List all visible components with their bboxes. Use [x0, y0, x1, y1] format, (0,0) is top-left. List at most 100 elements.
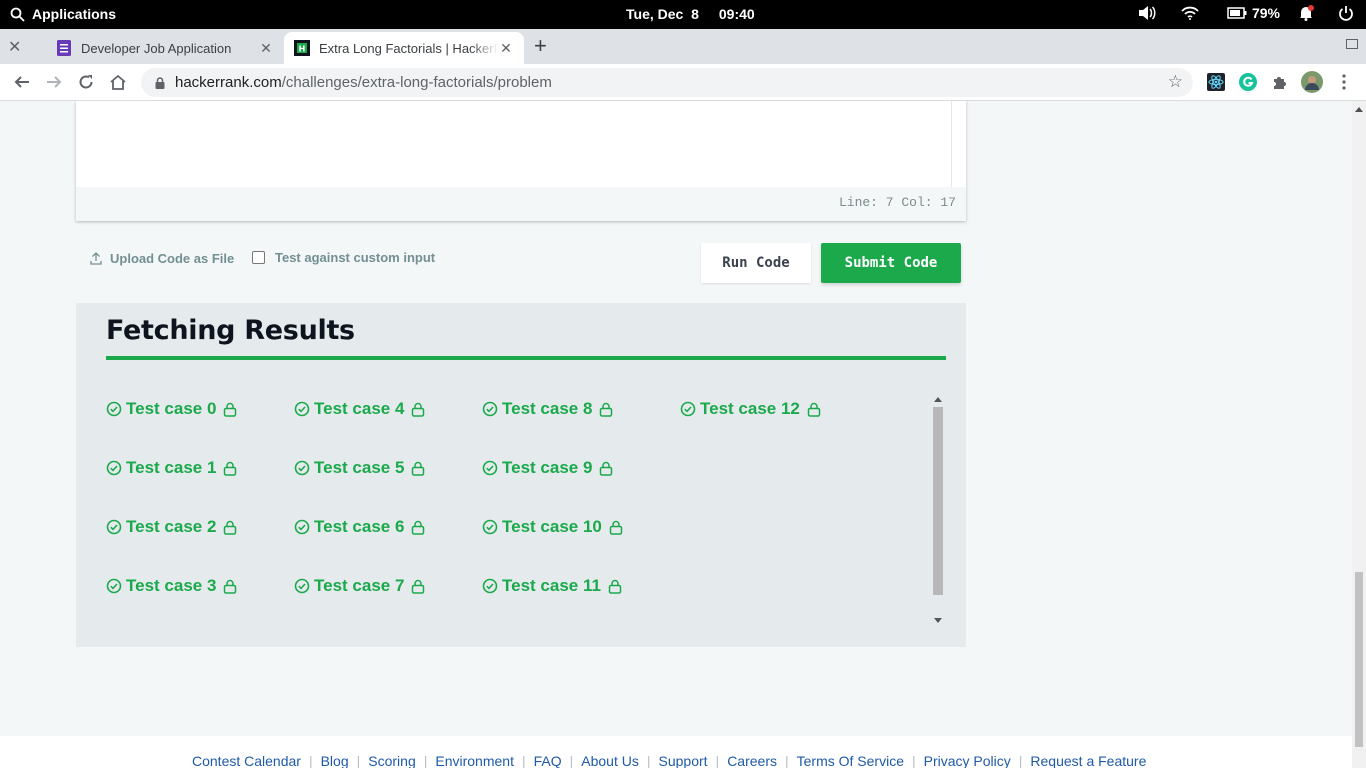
- battery-percent: 79%: [1251, 5, 1280, 21]
- footer-links: Contest Calendar | Blog | Scoring | Environmen…: [192, 753, 1146, 768]
- upload-label: Upload Code as File: [110, 251, 235, 266]
- volume-icon[interactable]: [1137, 5, 1157, 21]
- test-case-item[interactable]: Test case 2: [106, 517, 237, 537]
- forms-icon: [57, 40, 71, 56]
- submit-code-button[interactable]: Submit Code: [821, 243, 961, 283]
- scroll-up-arrow-icon[interactable]: [1355, 107, 1363, 112]
- system-tray[interactable]: 79%: [1115, 5, 1354, 21]
- footer-link[interactable]: Contest Calendar: [192, 753, 301, 768]
- tab-extra-long-factorials[interactable]: H Extra Long Factorials | HackerRank ✕: [284, 32, 524, 64]
- address-bar[interactable]: hackerrank.com/challenges/extra-long-fac…: [141, 68, 1193, 97]
- test-case-item[interactable]: Test case 1: [106, 458, 237, 478]
- search-icon: [10, 7, 25, 22]
- lock-icon: [608, 579, 622, 594]
- date-label: Tue, Dec 8: [626, 6, 699, 22]
- code-editor[interactable]: Line: 7 Col: 17: [76, 101, 966, 221]
- test-case-item[interactable]: Test case 7: [294, 576, 425, 596]
- test-case-item[interactable]: Test case 8: [482, 399, 613, 419]
- bookmark-star-icon[interactable]: ☆: [1168, 72, 1183, 92]
- profile-avatar-icon[interactable]: [1301, 71, 1323, 93]
- footer-link[interactable]: Environment: [435, 753, 514, 768]
- test-case-label: Test case 9: [502, 458, 593, 477]
- footer-link[interactable]: Terms Of Service: [797, 753, 904, 768]
- extensions-puzzle-icon[interactable]: [1271, 73, 1289, 91]
- lock-icon: [412, 461, 425, 476]
- forward-icon[interactable]: [42, 70, 66, 94]
- footer-link[interactable]: Request a Feature: [1030, 753, 1146, 768]
- results-scrollbar[interactable]: [932, 393, 944, 625]
- test-case-label: Test case 4: [314, 399, 405, 418]
- footer-separator: |: [423, 753, 428, 768]
- page-content: Line: 7 Col: 17 Upload Code as File Test…: [0, 101, 1352, 768]
- scroll-thumb[interactable]: [933, 407, 943, 595]
- footer-separator: |: [1018, 753, 1023, 768]
- react-devtools-icon[interactable]: [1207, 73, 1225, 91]
- check-circle-icon: [106, 519, 122, 535]
- check-circle-icon: [680, 401, 696, 417]
- test-case-item[interactable]: Test case 9: [482, 458, 613, 478]
- results-divider: [106, 356, 946, 360]
- custom-input-toggle[interactable]: Test against custom input: [252, 250, 435, 265]
- tab-developer-job-application[interactable]: Developer Job Application ✕: [46, 32, 284, 64]
- reload-icon[interactable]: [74, 70, 98, 94]
- power-icon[interactable]: [1338, 5, 1354, 21]
- footer-separator: |: [784, 753, 789, 768]
- close-tab-icon[interactable]: ✕: [498, 40, 514, 57]
- footer-separator: |: [356, 753, 361, 768]
- check-circle-icon: [106, 578, 122, 594]
- page-scroll-thumb[interactable]: [1355, 572, 1363, 747]
- close-tab-icon[interactable]: ✕: [258, 40, 274, 57]
- battery-indicator[interactable]: 79%: [1227, 5, 1280, 21]
- editor-actions: Upload Code as File Test against custom …: [76, 243, 966, 283]
- clock[interactable]: Tue, Dec 8 09:40: [626, 6, 755, 22]
- check-circle-icon: [294, 519, 310, 535]
- upload-code-button[interactable]: Upload Code as File: [90, 251, 234, 266]
- footer-separator: |: [911, 753, 916, 768]
- footer-link[interactable]: Careers: [727, 753, 777, 768]
- page-scrollbar[interactable]: [1352, 101, 1366, 768]
- test-case-item[interactable]: Test case 0: [106, 399, 237, 419]
- upload-icon: [90, 252, 102, 265]
- check-circle-icon: [106, 401, 122, 417]
- custom-input-checkbox[interactable]: [252, 251, 265, 264]
- test-case-item[interactable]: Test case 3: [106, 576, 237, 596]
- test-case-item[interactable]: Test case 6: [294, 517, 425, 537]
- check-circle-icon: [294, 578, 310, 594]
- scroll-up-arrow-icon[interactable]: [934, 397, 942, 402]
- footer-link[interactable]: Support: [659, 753, 708, 768]
- footer-link[interactable]: FAQ: [534, 753, 562, 768]
- test-case-item[interactable]: Test case 4: [294, 399, 425, 419]
- battery-icon: [1227, 7, 1247, 19]
- applications-menu[interactable]: Applications: [10, 6, 116, 22]
- wifi-icon[interactable]: [1181, 6, 1199, 20]
- code-area[interactable]: [76, 101, 952, 187]
- system-top-bar: Applications Tue, Dec 8 09:40 79%: [0, 0, 1366, 29]
- hackerrank-icon: H: [294, 40, 310, 56]
- footer-link[interactable]: Blog: [321, 753, 349, 768]
- lock-icon: [600, 402, 613, 417]
- tab-search-icon[interactable]: [1346, 39, 1358, 49]
- grammarly-icon[interactable]: [1239, 73, 1257, 91]
- url-host: hackerrank.com: [175, 74, 282, 91]
- footer-link[interactable]: Privacy Policy: [924, 753, 1011, 768]
- test-case-item[interactable]: Test case 12: [680, 399, 821, 419]
- test-case-item[interactable]: Test case 5: [294, 458, 425, 478]
- new-tab-icon[interactable]: +: [534, 33, 547, 59]
- test-case-label: Test case 0: [126, 399, 217, 418]
- test-case-item[interactable]: Test case 11: [482, 576, 622, 596]
- test-case-label: Test case 2: [126, 517, 217, 536]
- run-code-button[interactable]: Run Code: [701, 243, 811, 283]
- test-case-item[interactable]: Test case 10: [482, 517, 623, 537]
- check-circle-icon: [294, 401, 310, 417]
- footer-link[interactable]: Scoring: [368, 753, 415, 768]
- test-case-label: Test case 12: [700, 399, 800, 418]
- close-window-icon[interactable]: ✕: [8, 37, 21, 57]
- back-icon[interactable]: [10, 70, 34, 94]
- footer-link[interactable]: About Us: [581, 753, 639, 768]
- home-icon[interactable]: [106, 70, 130, 94]
- footer-separator: |: [646, 753, 651, 768]
- lock-icon: [224, 461, 237, 476]
- browser-menu-icon[interactable]: [1332, 70, 1356, 94]
- notification-bell-icon[interactable]: [1298, 5, 1314, 21]
- scroll-down-arrow-icon[interactable]: [934, 618, 942, 623]
